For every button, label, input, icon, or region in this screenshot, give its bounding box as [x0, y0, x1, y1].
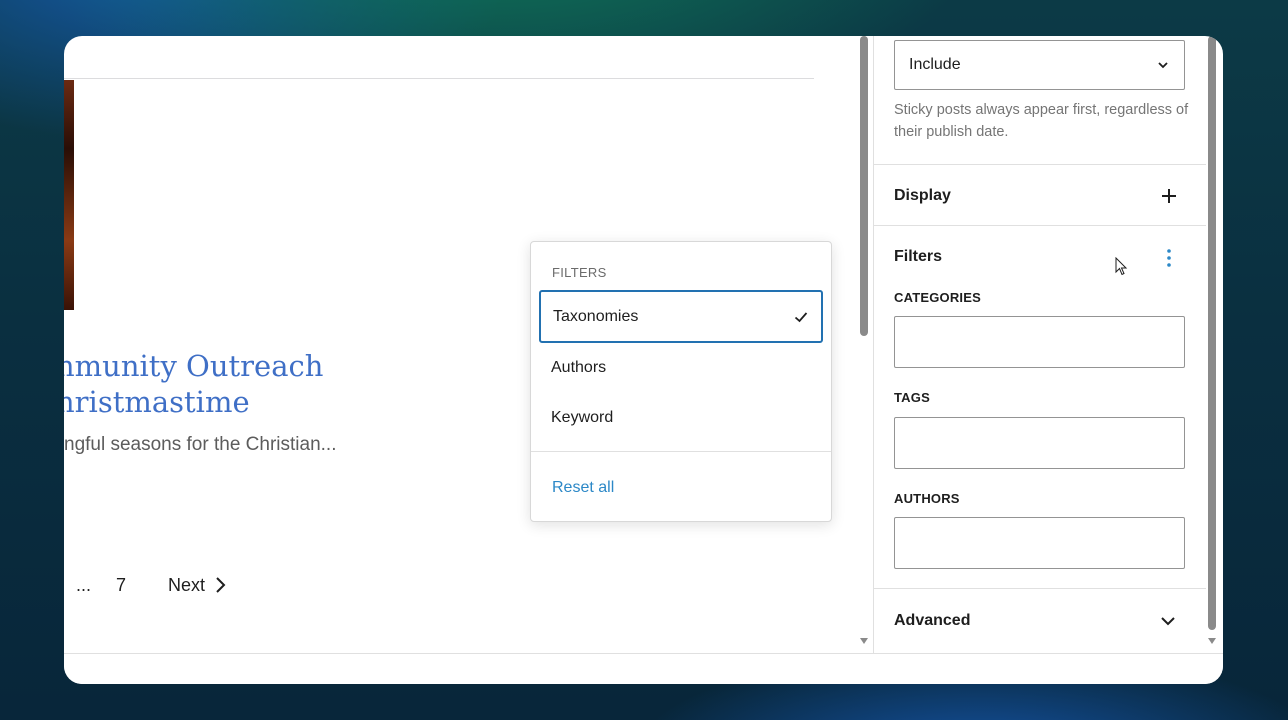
categories-input[interactable] [894, 316, 1185, 368]
filter-option-label: Taxonomies [553, 307, 639, 325]
chevron-right-icon [216, 577, 226, 593]
post-featured-image[interactable] [64, 80, 74, 310]
pagination: ... 7 Next [76, 572, 227, 598]
filter-option-label: Keyword [551, 408, 614, 426]
sticky-posts-help-text: Sticky posts always appear first, regard… [894, 102, 1189, 140]
filter-option-label: Authors [551, 358, 607, 376]
scroll-down-arrow-icon[interactable] [1208, 638, 1216, 644]
pagination-ellipsis: ... [76, 574, 92, 595]
check-icon [794, 311, 808, 322]
scroll-down-arrow-icon[interactable] [860, 638, 868, 644]
settings-sidebar: Include Sticky posts always appear first… [873, 36, 1206, 654]
editor-canvas: nmunity Outreach hristmastime ngful seas… [64, 36, 859, 654]
post-title[interactable]: nmunity Outreach hristmastime [64, 348, 416, 420]
filters-panel-title: Filters [894, 248, 943, 265]
canvas-scrollbar[interactable] [859, 36, 871, 654]
sticky-posts-select-value: Include [909, 56, 961, 73]
sticky-posts-select[interactable]: Include [894, 40, 1185, 90]
scrollbar-thumb[interactable] [1208, 36, 1216, 630]
filter-option-taxonomies[interactable]: Taxonomies [539, 290, 823, 343]
filter-option-authors[interactable]: Authors [539, 341, 823, 394]
panel-divider [874, 225, 1206, 226]
separator [64, 78, 814, 79]
filter-option-keyword[interactable]: Keyword [539, 391, 823, 444]
authors-input[interactable] [894, 517, 1185, 569]
pagination-next-label: Next [168, 574, 206, 595]
filters-menu-heading: FILTERS [552, 265, 607, 280]
post-title-line-2[interactable]: hristmastime [64, 384, 416, 420]
more-options-icon[interactable] [1166, 248, 1172, 268]
pagination-page-7[interactable]: 7 [116, 575, 168, 596]
authors-label: AUTHORS [894, 491, 960, 506]
editor-footer [64, 653, 1223, 684]
panel-divider [874, 164, 1206, 165]
panel-divider [874, 588, 1206, 589]
advanced-panel-title[interactable]: Advanced [894, 612, 970, 630]
menu-divider [531, 451, 831, 452]
chevron-down-icon[interactable] [1160, 616, 1176, 626]
tags-label: TAGS [894, 390, 930, 405]
reset-all-button[interactable]: Reset all [552, 479, 614, 497]
plus-icon[interactable] [1160, 187, 1178, 205]
scrollbar-thumb[interactable] [860, 36, 868, 336]
categories-label: CATEGORIES [894, 290, 981, 305]
editor-window: nmunity Outreach hristmastime ngful seas… [64, 36, 1223, 684]
chevron-down-icon [1158, 62, 1168, 69]
post-excerpt: ngful seasons for the Christian... [64, 434, 337, 455]
tags-input[interactable] [894, 417, 1185, 469]
sidebar-scrollbar[interactable] [1206, 36, 1218, 654]
display-panel-title[interactable]: Display [894, 187, 951, 205]
mouse-cursor-icon [1115, 257, 1128, 276]
post-title-line-1[interactable]: nmunity Outreach [64, 348, 416, 384]
filters-dropdown-menu: FILTERS Taxonomies Authors Keyword Reset… [530, 241, 832, 522]
pagination-next-button[interactable]: Next [168, 575, 227, 596]
